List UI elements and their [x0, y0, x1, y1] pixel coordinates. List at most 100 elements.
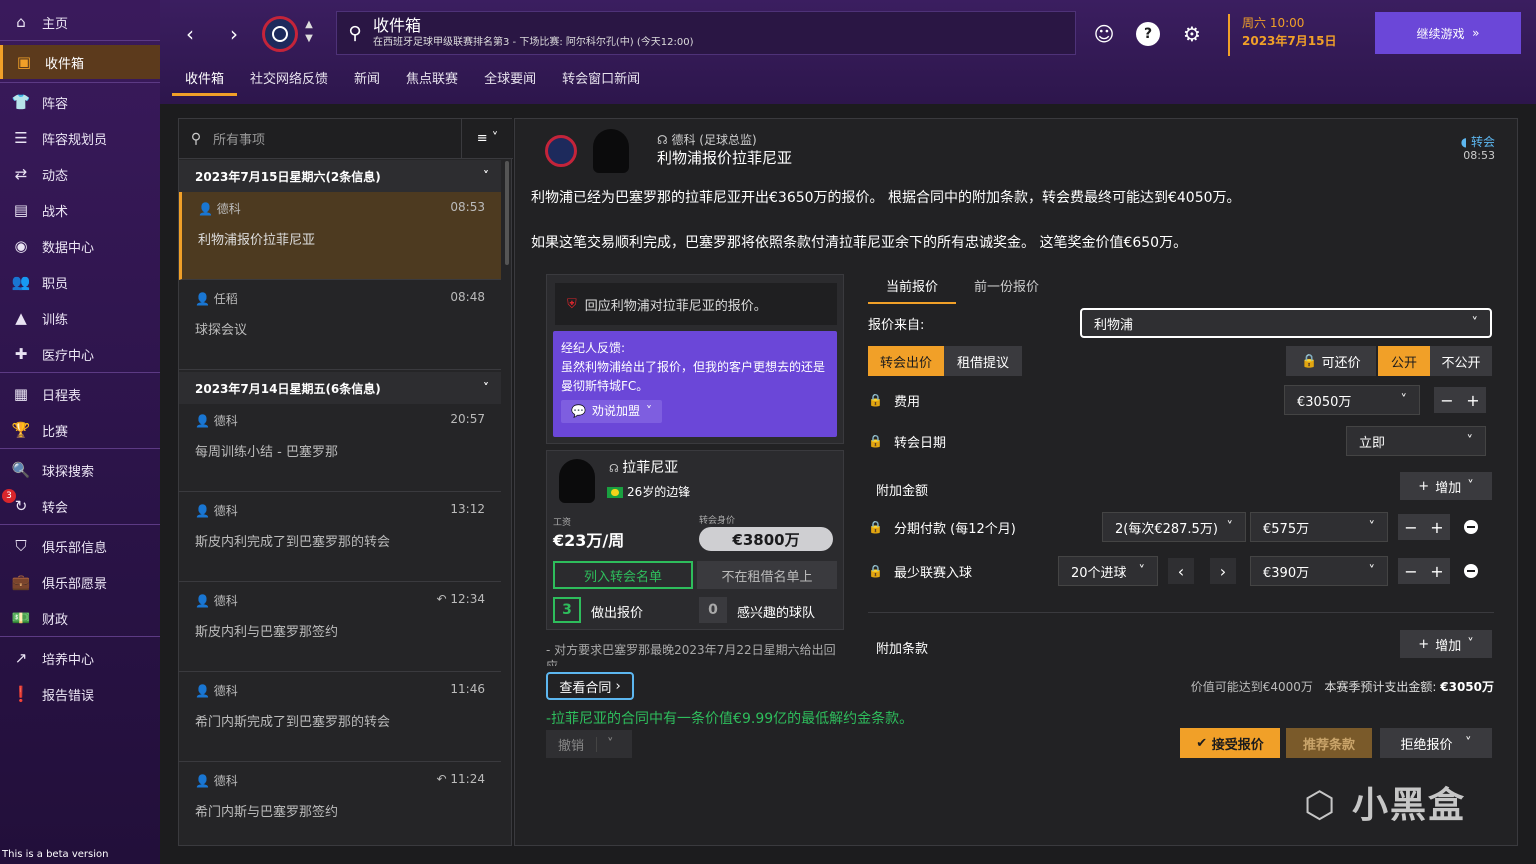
goals-prev-button[interactable]: ‹: [1168, 558, 1194, 584]
sidebar-item-competitions[interactable]: 🏆 比赛: [0, 413, 160, 447]
club-crest[interactable]: [262, 16, 298, 52]
inbox-list: ⚲ 所有事项 ≡ ˅ 2023年7月15日星期六(2条信息) ˅ 👤 德科 08:5…: [178, 118, 513, 846]
day-group-header[interactable]: 2023年7月15日星期六(2条信息) ˅: [179, 160, 501, 192]
sidebar-item-scouting[interactable]: 🔍 球探搜索: [0, 453, 160, 487]
player-value: €3800万: [699, 527, 833, 551]
installments-decrease-button[interactable]: −: [1398, 514, 1424, 540]
gear-icon: ⚙: [1183, 22, 1201, 46]
inbox-filter: ⚲ 所有事项 ≡ ˅: [179, 118, 513, 159]
chevron-left-icon: ‹: [186, 22, 194, 46]
goals-increase-button[interactable]: +: [1424, 558, 1450, 584]
tab-news[interactable]: 新闻: [341, 66, 393, 96]
tab-previous-offer[interactable]: 前一份报价: [956, 274, 1057, 304]
club-info-icon: ⛉: [15, 537, 27, 555]
filter-input[interactable]: 所有事项: [213, 129, 461, 148]
tab-social[interactable]: 社交网络反馈: [237, 66, 341, 96]
club-switcher[interactable]: ▲ ▼: [303, 18, 315, 46]
sidebar-item-staff[interactable]: 👥 职员: [0, 265, 160, 299]
goals-next-button[interactable]: ›: [1210, 558, 1236, 584]
sidebar-item-transfers[interactable]: ↻ 转会: [0, 489, 160, 523]
sidebar-item-finances[interactable]: 💵 财政: [0, 601, 160, 635]
withdraw-button[interactable]: 撤销 ˅: [546, 730, 632, 758]
tab-current-offer[interactable]: 当前报价: [868, 274, 957, 304]
persuade-button[interactable]: 💬 劝说加盟 ˅: [561, 400, 662, 423]
sidebar-item-report-bug[interactable]: ❗ 报告错误: [0, 677, 160, 711]
remove-installments-icon[interactable]: [1464, 520, 1478, 534]
help-button[interactable]: ?: [1136, 22, 1160, 46]
sidebar-item-development[interactable]: ↗ 培养中心: [0, 641, 160, 675]
list-item[interactable]: 👤 德科 13:12 斯皮内利完成了到巴塞罗那的转会: [179, 494, 501, 582]
transfer-list-button[interactable]: 列入转会名单: [553, 561, 693, 589]
sidebar-item-home[interactable]: ⌂ 主页: [0, 5, 160, 39]
respond-prompt: ⛨ 回应利物浦对拉菲尼亚的报价。: [555, 283, 837, 325]
fee-select[interactable]: €3050万 ˅: [1284, 385, 1420, 415]
list-item[interactable]: 👤 德科 08:53 利物浦报价拉菲尼亚: [179, 192, 501, 280]
private-toggle[interactable]: 不公开: [1430, 346, 1492, 376]
sidebar-item-training[interactable]: ▲ 训练: [0, 301, 160, 335]
list-item[interactable]: 👤 德科 20:57 每周训练小结 - 巴塞罗那: [179, 404, 501, 492]
chevron-down-icon: ˅: [1467, 636, 1474, 652]
continue-button[interactable]: 继续游戏 »: [1375, 12, 1521, 54]
social-button[interactable]: ☺: [1092, 22, 1116, 46]
loan-offer-toggle[interactable]: 租借提议: [944, 346, 1022, 376]
player-name[interactable]: ☊ 拉菲尼亚: [609, 457, 678, 477]
goals-value-select[interactable]: €390万 ˅: [1250, 556, 1388, 586]
sidebar-item-dynamics[interactable]: ⇄ 动态: [0, 157, 160, 191]
medical-icon: ✚: [14, 345, 28, 363]
transfer-date-select[interactable]: 立即 ˅: [1346, 426, 1486, 456]
transfer-offer-toggle[interactable]: 转会出价: [868, 346, 944, 376]
list-scrollbar[interactable]: [505, 161, 509, 265]
offer-from-select[interactable]: 利物浦 ˅: [1080, 308, 1492, 338]
chevron-down-icon: ˅: [1400, 392, 1408, 408]
sidebar-item-club-vision[interactable]: 💼 俱乐部愿景: [0, 565, 160, 599]
view-contract-button[interactable]: 查看合同 ›: [546, 672, 634, 700]
sidebar-item-tactics[interactable]: ▤ 战术: [0, 193, 160, 227]
loan-list-button[interactable]: 不在租借名单上: [697, 561, 837, 589]
forward-button[interactable]: ›: [222, 22, 246, 46]
person-icon: 👤: [195, 594, 214, 608]
sidebar-item-squad[interactable]: 👕 阵容: [0, 85, 160, 119]
public-toggle[interactable]: 公开: [1378, 346, 1430, 376]
tab-focus-league[interactable]: 焦点联赛: [393, 66, 471, 96]
installments-count-select[interactable]: 2(每次€287.5万) ˅: [1102, 512, 1246, 542]
chevron-down-icon: ˅: [645, 404, 652, 418]
sidebar-item-inbox[interactable]: ▣ 收件箱: [0, 45, 160, 79]
reject-offer-button[interactable]: 拒绝报价 ˅: [1380, 728, 1492, 758]
title-search-bar[interactable]: ⚲ 收件箱 在西班牙足球甲级联赛排名第3 - 下场比赛: 阿尔科尔孔(中) (今…: [336, 11, 1076, 55]
fee-increase-button[interactable]: +: [1460, 387, 1486, 413]
sidebar-item-squad-planner[interactable]: ☰ 阵容规划员: [0, 121, 160, 155]
list-item[interactable]: 👤 德科 11:46 希门内斯完成了到巴塞罗那的转会: [179, 674, 501, 762]
tab-inbox[interactable]: 收件箱: [172, 66, 238, 96]
add-clause-button[interactable]: + 增加 ˅: [1400, 630, 1492, 658]
list-item[interactable]: 👤 任稻 08:48 球探会议: [179, 282, 501, 370]
installments-increase-button[interactable]: +: [1424, 514, 1450, 540]
accept-offer-button[interactable]: ✔ 接受报价: [1180, 728, 1280, 758]
list-item[interactable]: 👤 德科 ↶ 11:24 希门内斯与巴塞罗那签约: [179, 764, 501, 852]
club-vision-icon: 💼: [11, 573, 31, 591]
day-group-header[interactable]: 2023年7月14日星期五(6条信息) ˅: [179, 372, 501, 404]
installments-value-select[interactable]: €575万 ˅: [1250, 512, 1388, 542]
person-icon: 👤: [195, 774, 214, 788]
remove-goals-icon[interactable]: [1464, 564, 1478, 578]
negotiable-toggle[interactable]: 🔒 可还价: [1286, 346, 1376, 376]
suggest-terms-button[interactable]: 推荐条款: [1286, 728, 1372, 758]
settings-button[interactable]: ⚙: [1180, 22, 1204, 46]
sidebar-item-calendar[interactable]: ▦ 日程表: [0, 377, 160, 411]
goals-count-select[interactable]: 20个进球 ˅: [1058, 556, 1158, 586]
list-item[interactable]: 👤 德科 ↶ 12:34 斯皮内利与巴塞罗那签约: [179, 584, 501, 672]
player-card: ☊ 拉菲尼亚 26岁的边锋 工资 转会身价 €23万/周 €3800万 列入转会…: [546, 450, 844, 630]
back-button[interactable]: ‹: [178, 22, 202, 46]
filter-menu-button[interactable]: ≡ ˅: [461, 118, 513, 159]
tab-transfer-window[interactable]: 转会窗口新闻: [549, 66, 653, 96]
fee-decrease-button[interactable]: −: [1434, 387, 1460, 413]
sidebar-item-data-hub[interactable]: ◉ 数据中心: [0, 229, 160, 263]
headset-icon: ☊: [609, 462, 623, 475]
chevron-down-icon: ˅: [596, 736, 614, 752]
lock-icon: 🔒: [868, 520, 883, 534]
tab-world-news[interactable]: 全球要闻: [471, 66, 549, 96]
sidebar-item-club-info[interactable]: ⛉ 俱乐部信息: [0, 529, 160, 563]
sidebar-item-medical[interactable]: ✚ 医疗中心: [0, 337, 160, 371]
add-addon-button[interactable]: + 增加 ˅: [1400, 472, 1492, 500]
goals-decrease-button[interactable]: −: [1398, 558, 1424, 584]
double-chevron-icon: »: [1472, 26, 1480, 40]
